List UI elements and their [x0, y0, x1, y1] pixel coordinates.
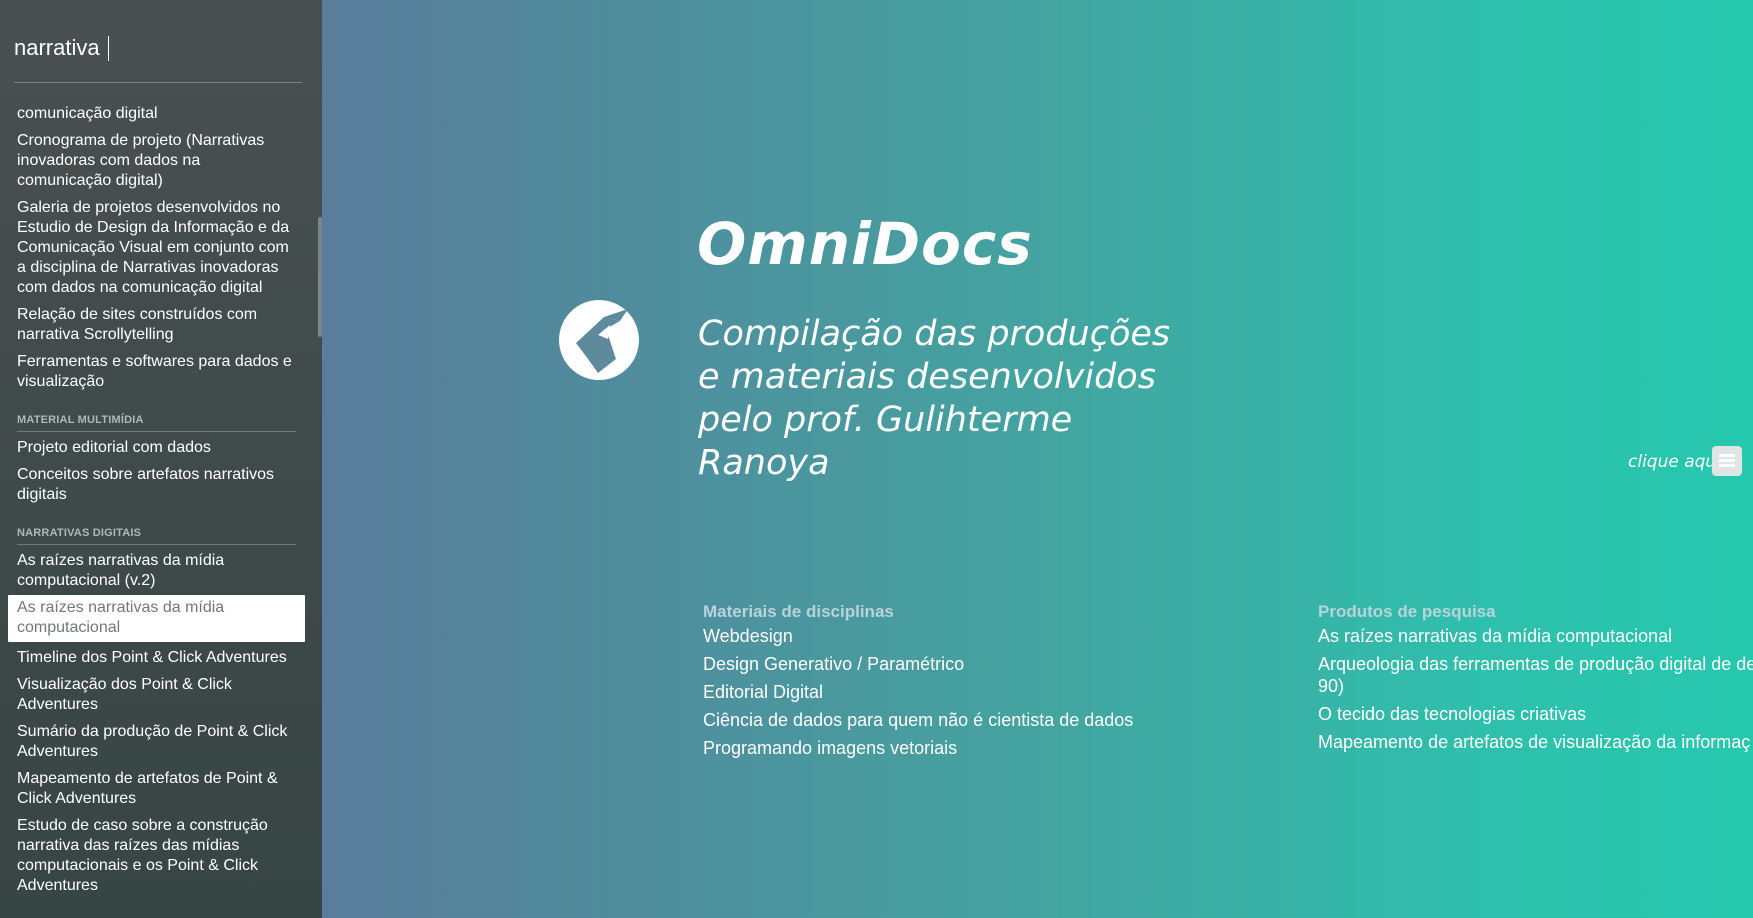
result-item[interactable]: As raízes narrativas da mídia computacio… — [8, 548, 305, 595]
result-item[interactable]: Galeria de projetos desenvolvidos no Est… — [8, 195, 305, 302]
column-link[interactable]: Arqueologia das ferramentas de produção … — [1318, 653, 1753, 697]
page-subtitle: Compilação das produções e materiais des… — [698, 314, 1171, 483]
column-heading: Produtos de pesquisa — [1318, 602, 1496, 621]
column-link[interactable]: As raízes narrativas da mídia computacio… — [1318, 625, 1753, 647]
column-link[interactable]: Mapeamento de artefatos de visualização … — [1318, 731, 1753, 753]
column-link[interactable]: Design Generativo / Paramétrico — [703, 653, 1223, 675]
hamburger-menu-button[interactable] — [1712, 446, 1742, 476]
result-item[interactable]: Mapeamento de artefatos de Point & Click… — [8, 766, 305, 813]
page-title: OmniDocs — [697, 210, 1033, 278]
column-link[interactable]: O tecido das tecnologias criativas — [1318, 703, 1753, 725]
column-heading: Materiais de disciplinas — [703, 602, 894, 621]
menu-hint-text: clique aqui — [1628, 452, 1721, 472]
menu-bar — [1719, 459, 1735, 462]
result-item[interactable]: Ferramentas e softwares para dados e vis… — [8, 349, 305, 396]
search-sidebar: comunicação digital Cronograma de projet… — [0, 0, 322, 918]
result-item[interactable]: Timeline dos Point & Click Adventures — [8, 645, 305, 672]
omnidocs-logo-icon — [558, 299, 640, 381]
search-box — [14, 30, 302, 83]
text-caret — [108, 36, 109, 61]
produtos-column: Produtos de pesquisa As raízes narrativa… — [1318, 602, 1753, 759]
search-results: comunicação digital Cronograma de projet… — [8, 102, 305, 900]
column-link[interactable]: Editorial Digital — [703, 681, 1223, 703]
menu-bar — [1719, 464, 1735, 467]
result-item[interactable]: comunicação digital — [8, 102, 305, 128]
sidebar-scrollbar[interactable] — [318, 217, 322, 337]
menu-bar — [1719, 454, 1735, 457]
search-input[interactable] — [14, 30, 302, 66]
result-item[interactable]: Cronograma de projeto (Narrativas inovad… — [8, 128, 305, 195]
result-item[interactable]: Estudo de caso sobre a construção narrat… — [8, 813, 305, 900]
materiais-column: Materiais de disciplinas Webdesign Desig… — [703, 602, 1223, 765]
result-item-selected[interactable]: As raízes narrativas da mídia computacio… — [8, 595, 305, 642]
column-link[interactable]: Ciência de dados para quem não é cientis… — [703, 709, 1223, 731]
result-item[interactable]: Visualização dos Point & Click Adventure… — [8, 672, 305, 719]
column-link[interactable]: Webdesign — [703, 625, 1223, 647]
result-item[interactable]: Relação de sites construídos com narrati… — [8, 302, 305, 349]
column-link[interactable]: Programando imagens vetoriais — [703, 737, 1223, 759]
section-heading-multimidia: MATERIAL MULTIMÍDIA — [17, 414, 296, 432]
result-item[interactable]: Projeto editorial com dados — [8, 435, 305, 462]
result-item[interactable]: Conceitos sobre artefatos narrativos dig… — [8, 462, 305, 509]
result-item[interactable]: Sumário da produção de Point & Click Adv… — [8, 719, 305, 766]
section-heading-narrativas: NARRATIVAS DIGITAIS — [17, 527, 296, 545]
